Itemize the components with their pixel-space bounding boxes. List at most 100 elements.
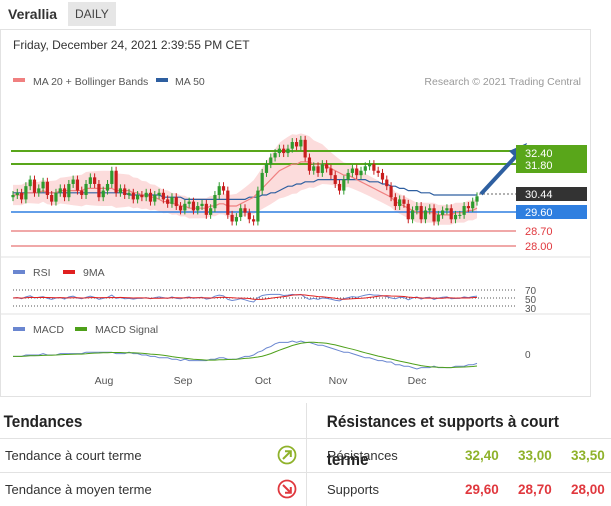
resistance-2-label: 31.80: [525, 160, 553, 172]
candle-body: [350, 168, 355, 173]
candle-body: [398, 199, 402, 207]
levels-panel: Résistances et supports à court terme Ré…: [306, 403, 611, 506]
legend-macd-signal-swatch: [75, 327, 87, 331]
candle-body: [221, 186, 226, 191]
candle-body: [153, 195, 157, 202]
legend-rsi-swatch: [13, 270, 25, 274]
candle-body: [209, 208, 213, 215]
legend-macd: MACD: [33, 324, 64, 336]
candle-body: [71, 179, 75, 184]
legend-ma50-swatch: [156, 78, 168, 82]
candle-body: [273, 153, 277, 158]
resistances-row: Résistances 32,40 33,00 33,50: [307, 438, 611, 472]
timeframe-tab[interactable]: DAILY: [68, 2, 116, 26]
candle-body: [449, 208, 453, 220]
legend-9ma-swatch: [63, 270, 75, 274]
candle-body: [196, 206, 200, 211]
candle-body: [286, 148, 290, 154]
chart-timestamp: Friday, December 24, 2021 2:39:55 PM CET: [13, 38, 250, 52]
resistance-value: 33,00: [518, 448, 552, 463]
candle-body: [234, 217, 239, 222]
candle-body: [363, 166, 367, 171]
x-tick-label: Sep: [174, 375, 193, 387]
legend-rsi: RSI: [33, 267, 51, 279]
resistance-value: 33,50: [571, 448, 605, 463]
resistance-1-label: 32.40: [525, 148, 553, 160]
candle-body: [458, 214, 462, 216]
candle-body: [24, 186, 28, 200]
candle-body: [135, 195, 140, 200]
candle-body: [239, 208, 243, 218]
trend-down-icon: [277, 479, 297, 499]
candle-body: [67, 183, 71, 198]
legend-macd-swatch: [13, 327, 25, 331]
candle-body: [148, 192, 153, 202]
legend-macd-signal: MACD Signal: [95, 324, 158, 336]
macd-zero-label: 0: [525, 350, 531, 361]
candle-body: [144, 192, 148, 198]
candle-body: [475, 196, 479, 202]
candle-body: [80, 190, 84, 195]
trend-row-short: Tendance à court terme: [0, 438, 306, 472]
candle-body: [329, 168, 333, 176]
instrument-title: Verallia: [8, 6, 58, 22]
support-value: 29,60: [465, 482, 499, 497]
support-value: 28,70: [518, 482, 552, 497]
candle-body: [131, 192, 135, 200]
trend-medium-label: Tendance à moyen terme: [5, 482, 152, 497]
candle-body: [299, 139, 303, 147]
macd-signal-line: [13, 341, 478, 369]
candle-body: [213, 195, 217, 209]
candle-body: [191, 201, 196, 211]
macd-panel: [13, 340, 478, 370]
candle-body: [316, 166, 320, 173]
candle-body: [226, 190, 230, 215]
candle-body: [312, 166, 316, 171]
candle-body: [376, 170, 380, 173]
candle-body: [380, 172, 385, 180]
candle-body: [28, 179, 32, 187]
candle-body: [453, 214, 458, 220]
candle-body: [333, 175, 337, 184]
candle-body: [294, 142, 299, 147]
candle-body: [161, 192, 165, 200]
candle-body: [200, 203, 204, 207]
candle-body: [436, 214, 440, 222]
candle-body: [11, 195, 15, 198]
candle-body: [123, 188, 127, 195]
candle-body: [19, 192, 24, 200]
candle-body: [183, 203, 187, 211]
candle-body: [217, 186, 221, 195]
candle-body: [342, 179, 346, 191]
support-3-label: 28.00: [525, 241, 553, 253]
candle-body: [441, 210, 445, 215]
candle-body: [118, 188, 123, 193]
macd-line: [13, 340, 478, 370]
rsi-level-30: 30: [525, 304, 537, 315]
candle-body: [178, 206, 183, 211]
x-tick-label: Nov: [329, 375, 348, 387]
candle-body: [243, 208, 247, 213]
candle-body: [359, 170, 363, 176]
candle-body: [251, 219, 256, 222]
candle-body: [50, 195, 54, 202]
candle-body: [385, 179, 389, 187]
resistance-value: 32,40: [465, 448, 499, 463]
candle-body: [93, 177, 97, 184]
candle-body: [423, 210, 428, 220]
trends-panel: Tendances Tendance à court terme Tendanc…: [0, 403, 306, 506]
candle-body: [325, 164, 329, 169]
copyright: Research © 2021 Trading Central: [424, 76, 581, 88]
x-tick-label: Dec: [408, 375, 427, 387]
candle-body: [367, 164, 372, 167]
support-1-label: 29.60: [525, 207, 553, 219]
price-chart: Friday, December 24, 2021 2:39:55 PM CET…: [1, 38, 590, 387]
candle-body: [174, 197, 178, 207]
candle-body: [282, 148, 286, 154]
candle-body: [466, 206, 471, 209]
summary-section: Tendances Tendance à court terme Tendanc…: [0, 403, 611, 506]
candle-body: [140, 195, 144, 198]
candle-body: [62, 188, 67, 198]
candle-body: [260, 172, 264, 191]
candle-body: [45, 181, 49, 195]
